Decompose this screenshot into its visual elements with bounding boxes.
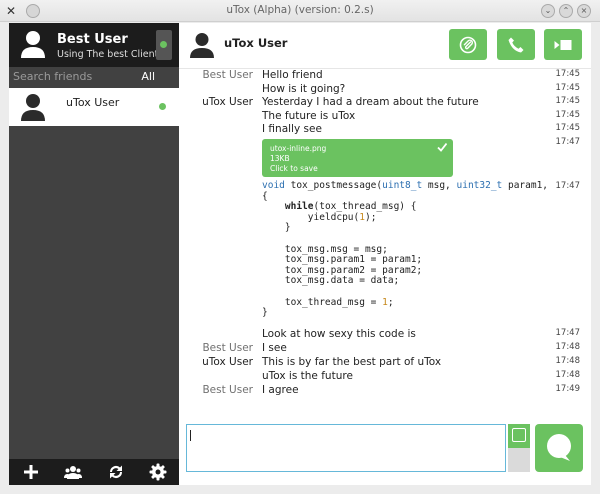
screenshot-icon <box>512 428 526 442</box>
settings-gear-icon[interactable] <box>149 463 167 481</box>
message-time: 17:47 <box>555 137 581 147</box>
window-title: uTox (Alpha) (version: 0.2.s) <box>226 4 374 16</box>
audio-call-button[interactable] <box>497 29 535 60</box>
self-status-message[interactable]: Using The best Client <box>57 49 158 60</box>
add-friend-icon[interactable] <box>22 463 40 481</box>
message-text: uTox is the future <box>262 370 353 382</box>
friend-list-item[interactable]: uTox User <box>9 88 179 126</box>
code-block: void tox_postmessage(uint8_t msg, uint32… <box>262 180 549 319</box>
message-time: 17:45 <box>555 109 581 120</box>
self-name[interactable]: Best User <box>57 32 128 47</box>
contact-avatar-icon <box>190 33 214 58</box>
friend-name: uTox User <box>66 96 120 109</box>
friend-search: Search friends All <box>9 67 179 87</box>
search-input[interactable]: Search friends <box>13 70 92 83</box>
maximize-button[interactable]: ⌃ <box>559 4 573 18</box>
message-text: I agree <box>262 384 299 396</box>
message-time: 17:45 <box>555 82 581 93</box>
file-name: utox-inline.png <box>270 144 327 153</box>
text-caret <box>190 430 191 441</box>
paperclip-icon <box>459 36 477 54</box>
message-text: Yesterday I had a dream about the future <box>262 96 479 108</box>
file-save-hint: Click to save <box>270 164 318 173</box>
message-text: The future is uTox <box>262 109 356 122</box>
online-status-icon <box>160 41 167 48</box>
self-status-toggle[interactable] <box>156 30 172 60</box>
message-composer <box>179 423 591 485</box>
message-author: Best User <box>202 384 253 396</box>
message-list: Best User Hello friend 17:45 How is it g… <box>179 69 591 423</box>
friend-online-status-icon <box>159 103 166 110</box>
message-author: Best User <box>202 69 253 81</box>
minimize-button[interactable]: ⌄ <box>541 4 555 18</box>
send-screenshot-button[interactable] <box>508 424 530 448</box>
send-file-button[interactable] <box>449 29 487 60</box>
sidebar: Best User Using The best Client Search f… <box>9 23 179 485</box>
message-text: I finally see <box>262 123 322 135</box>
speech-bubble-icon <box>547 434 571 461</box>
file-size: 13KB <box>270 154 290 163</box>
message-text: Hello friend <box>262 69 323 81</box>
message-time: 17:47 <box>555 328 581 338</box>
transfers-icon[interactable] <box>107 463 125 481</box>
message-time: 17:47 <box>555 181 581 191</box>
chat-panel: uTox User Best User Hello friend 17:45 H… <box>179 23 591 485</box>
message-author: uTox User <box>202 356 253 368</box>
checkmark-icon <box>437 142 447 152</box>
close-button[interactable]: × <box>577 4 591 18</box>
create-group-icon[interactable] <box>64 463 82 481</box>
attachment-options-button[interactable] <box>508 448 530 472</box>
friend-avatar-icon <box>21 94 45 121</box>
title-bar: ✕ uTox (Alpha) (version: 0.2.s) ⌄ ⌃ × <box>0 0 600 22</box>
contact-name: uTox User <box>224 36 288 50</box>
app-window: ✕ uTox (Alpha) (version: 0.2.s) ⌄ ⌃ × Be… <box>0 0 600 494</box>
message-author: uTox User <box>202 96 253 108</box>
file-transfer-card[interactable]: utox-inline.png 13KB Click to save <box>262 139 453 177</box>
message-time: 17:48 <box>555 356 581 366</box>
friend-filter-toggle[interactable]: All <box>141 70 155 83</box>
video-camera-icon <box>554 40 572 50</box>
chat-header: uTox User <box>179 23 591 69</box>
message-time: 17:45 <box>555 123 581 133</box>
message-time: 17:45 <box>555 96 581 106</box>
message-text: This is by far the best part of uTox <box>262 356 442 368</box>
self-profile[interactable]: Best User Using The best Client <box>9 23 179 67</box>
message-time: 17:45 <box>555 69 581 79</box>
phone-icon <box>508 37 524 53</box>
message-time: 17:48 <box>555 342 581 352</box>
sidebar-toolbar <box>9 459 179 485</box>
user-avatar-icon <box>21 31 45 58</box>
message-time: 17:48 <box>555 370 581 380</box>
video-call-button[interactable] <box>544 29 582 60</box>
message-author: Best User <box>202 342 253 354</box>
message-text: I see <box>262 342 287 354</box>
message-text: Look at how sexy this code is <box>262 328 416 340</box>
send-message-button[interactable] <box>535 424 583 472</box>
message-input[interactable] <box>186 424 506 472</box>
message-text: How is it going? <box>262 82 346 95</box>
message-time: 17:49 <box>555 384 581 394</box>
